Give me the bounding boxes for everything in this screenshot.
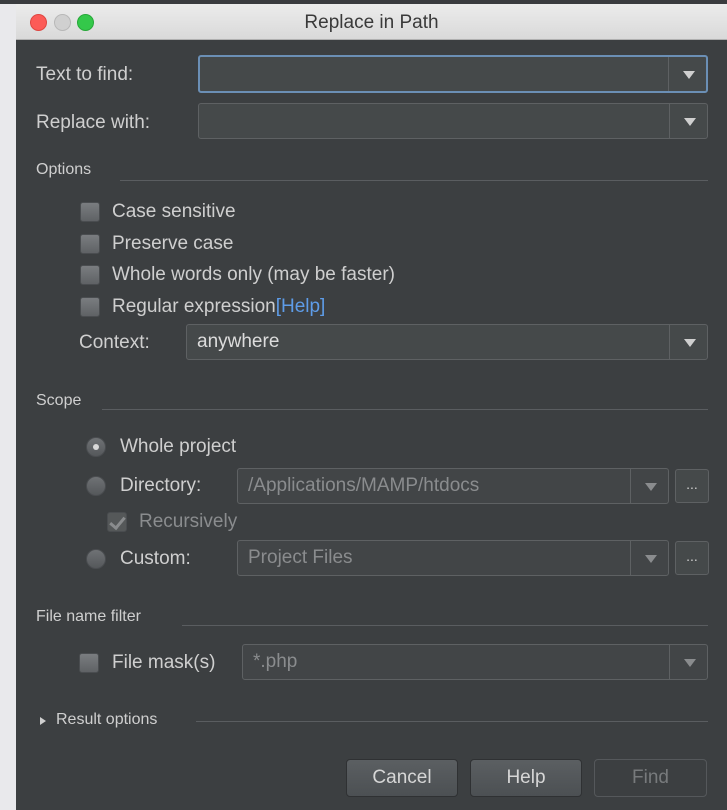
whole-words-label[interactable]: Whole words only (may be faster) — [112, 264, 395, 286]
case-sensitive-label[interactable]: Case sensitive — [112, 201, 236, 223]
regex-help-link[interactable]: [Help] — [276, 296, 326, 317]
file-mask-checkbox[interactable] — [79, 653, 99, 673]
cancel-button[interactable]: Cancel — [346, 759, 458, 797]
title-bar: Replace in Path — [16, 4, 727, 40]
directory-dropdown-arrow[interactable] — [630, 469, 668, 503]
scope-separator — [102, 409, 708, 410]
file-mask-select[interactable]: *.php — [242, 644, 708, 680]
directory-label[interactable]: Directory: — [120, 475, 201, 497]
file-mask-dropdown-arrow[interactable] — [669, 645, 707, 679]
custom-label[interactable]: Custom: — [120, 548, 191, 570]
custom-scope-value: Project Files — [248, 547, 353, 568]
regular-expression-option: Regular expression[Help] — [112, 296, 325, 318]
replace-with-input[interactable] — [198, 103, 708, 139]
recursively-checkbox[interactable] — [107, 512, 127, 532]
directory-value: /Applications/MAMP/htdocs — [248, 475, 480, 496]
replace-with-history-dropdown[interactable] — [669, 104, 707, 138]
options-separator — [120, 180, 708, 181]
result-options-toggle[interactable]: Result options — [56, 711, 157, 729]
result-options-separator — [196, 721, 708, 722]
replace-in-path-dialog: Replace in Path Text to find: Replace wi… — [16, 4, 727, 810]
replace-with-label: Replace with: — [36, 112, 151, 133]
context-label: Context: — [79, 332, 150, 353]
regular-expression-label[interactable]: Regular expression — [112, 296, 276, 317]
preserve-case-label[interactable]: Preserve case — [112, 233, 233, 255]
expand-triangle-icon[interactable] — [40, 717, 46, 725]
text-to-find-history-dropdown[interactable] — [668, 57, 706, 91]
custom-scope-browse-button[interactable]: ... — [675, 541, 709, 575]
scope-section-title: Scope — [36, 392, 82, 409]
whole-project-label[interactable]: Whole project — [120, 436, 236, 458]
directory-radio[interactable] — [86, 476, 106, 496]
file-name-filter-section-title: File name filter — [36, 608, 141, 625]
custom-scope-dropdown-arrow[interactable] — [630, 541, 668, 575]
regular-expression-checkbox[interactable] — [80, 297, 100, 317]
whole-words-checkbox[interactable] — [80, 265, 100, 285]
context-dropdown-arrow[interactable] — [669, 325, 707, 359]
custom-radio[interactable] — [86, 549, 106, 569]
context-select[interactable]: anywhere — [186, 324, 708, 360]
file-mask-label[interactable]: File mask(s) — [112, 652, 215, 674]
preserve-case-checkbox[interactable] — [80, 234, 100, 254]
window-title: Replace in Path — [304, 12, 439, 33]
custom-scope-select[interactable]: Project Files — [237, 540, 669, 576]
options-section-title: Options — [36, 161, 92, 178]
context-value: anywhere — [197, 331, 280, 352]
text-to-find-label: Text to find: — [36, 64, 134, 85]
case-sensitive-checkbox[interactable] — [80, 202, 100, 222]
file-mask-value: *.php — [253, 651, 298, 672]
file-name-filter-separator — [182, 625, 708, 626]
recursively-label[interactable]: Recursively — [139, 511, 237, 533]
directory-browse-button[interactable]: ... — [675, 469, 709, 503]
whole-project-radio[interactable] — [86, 437, 106, 457]
directory-select[interactable]: /Applications/MAMP/htdocs — [237, 468, 669, 504]
help-button[interactable]: Help — [470, 759, 582, 797]
text-to-find-input[interactable] — [198, 55, 708, 93]
find-button[interactable]: Find — [594, 759, 707, 797]
